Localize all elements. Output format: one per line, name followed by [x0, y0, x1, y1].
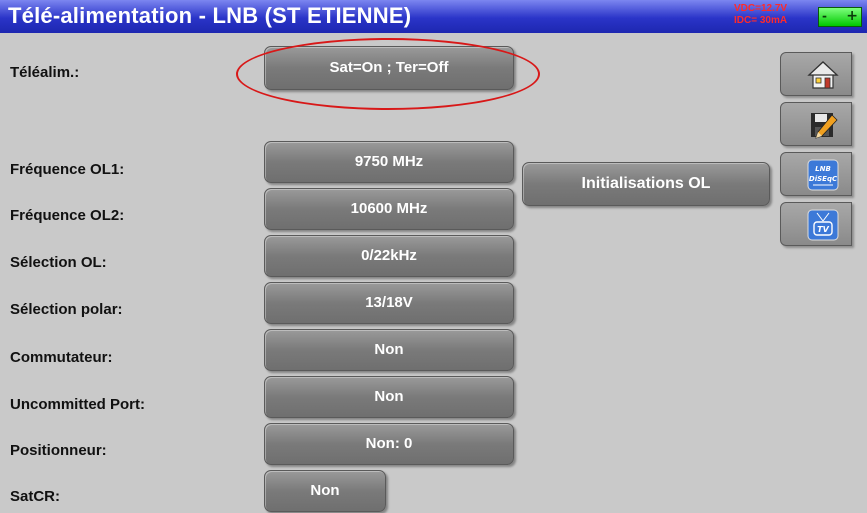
home-button[interactable] — [780, 52, 852, 96]
uncommitted-port-value: Non — [374, 388, 404, 405]
telealim-value: Sat=On ; Ter=Off — [329, 59, 449, 76]
commutateur-button[interactable]: Non — [264, 329, 514, 371]
battery-minus: - — [822, 9, 827, 23]
positionneur-value: Non: 0 — [365, 435, 413, 452]
label-selection-polar: Sélection polar: — [10, 301, 123, 318]
initialisations-ol-label: Initialisations OL — [581, 175, 711, 192]
initialisations-ol-button[interactable]: Initialisations OL — [522, 162, 770, 206]
frequence-ol2-button[interactable]: 10600 MHz — [264, 188, 514, 230]
frequence-ol1-button[interactable]: 9750 MHz — [264, 141, 514, 183]
current-readout: IDC= 30mA — [734, 15, 788, 26]
lnb-text: LNB — [815, 165, 831, 173]
voltage-readout: VDC=12.7V — [734, 3, 788, 14]
satcr-button[interactable]: Non — [264, 470, 386, 512]
tv-text: TV — [817, 225, 829, 234]
home-icon — [807, 61, 839, 89]
commutateur-value: Non — [374, 341, 404, 358]
save-edit-icon — [811, 113, 838, 139]
satcr-value: Non — [310, 482, 340, 499]
selection-ol-button[interactable]: 0/22kHz — [264, 235, 514, 277]
label-commutateur: Commutateur: — [10, 349, 113, 366]
save-edit-button[interactable] — [780, 102, 852, 146]
tv-button[interactable]: TV — [780, 202, 852, 246]
frequence-ol2-value: 10600 MHz — [350, 200, 428, 217]
lnb-diseqc-icon: LNB DiSEqC — [807, 159, 839, 191]
label-positionneur: Positionneur: — [10, 442, 107, 459]
telealim-button[interactable]: Sat=On ; Ter=Off — [264, 46, 514, 90]
title-bar: Télé-alimentation - LNB (ST ETIENNE) VDC… — [0, 0, 867, 33]
page-title: Télé-alimentation - LNB (ST ETIENNE) — [8, 3, 412, 28]
label-selection-ol: Sélection OL: — [10, 254, 107, 271]
label-telealim: Téléalim.: — [10, 64, 80, 81]
label-uncommitted-port: Uncommitted Port: — [10, 396, 145, 413]
tv-antenna-icon: TV — [807, 209, 839, 241]
uncommitted-port-button[interactable]: Non — [264, 376, 514, 418]
label-frequence-ol2: Fréquence OL2: — [10, 207, 125, 224]
selection-polar-value: 13/18V — [365, 294, 413, 311]
battery-plus: + — [846, 8, 858, 24]
label-satcr: SatCR: — [10, 488, 61, 505]
lnb-diseqc-button[interactable]: LNB DiSEqC — [780, 152, 852, 196]
frequence-ol1-value: 9750 MHz — [354, 153, 424, 170]
battery-icon: - + — [818, 7, 862, 27]
positionneur-button[interactable]: Non: 0 — [264, 423, 514, 465]
selection-polar-button[interactable]: 13/18V — [264, 282, 514, 324]
diseqc-text: DiSEqC — [809, 175, 838, 183]
selection-ol-value: 0/22kHz — [361, 247, 417, 264]
label-frequence-ol1: Fréquence OL1: — [10, 161, 125, 178]
